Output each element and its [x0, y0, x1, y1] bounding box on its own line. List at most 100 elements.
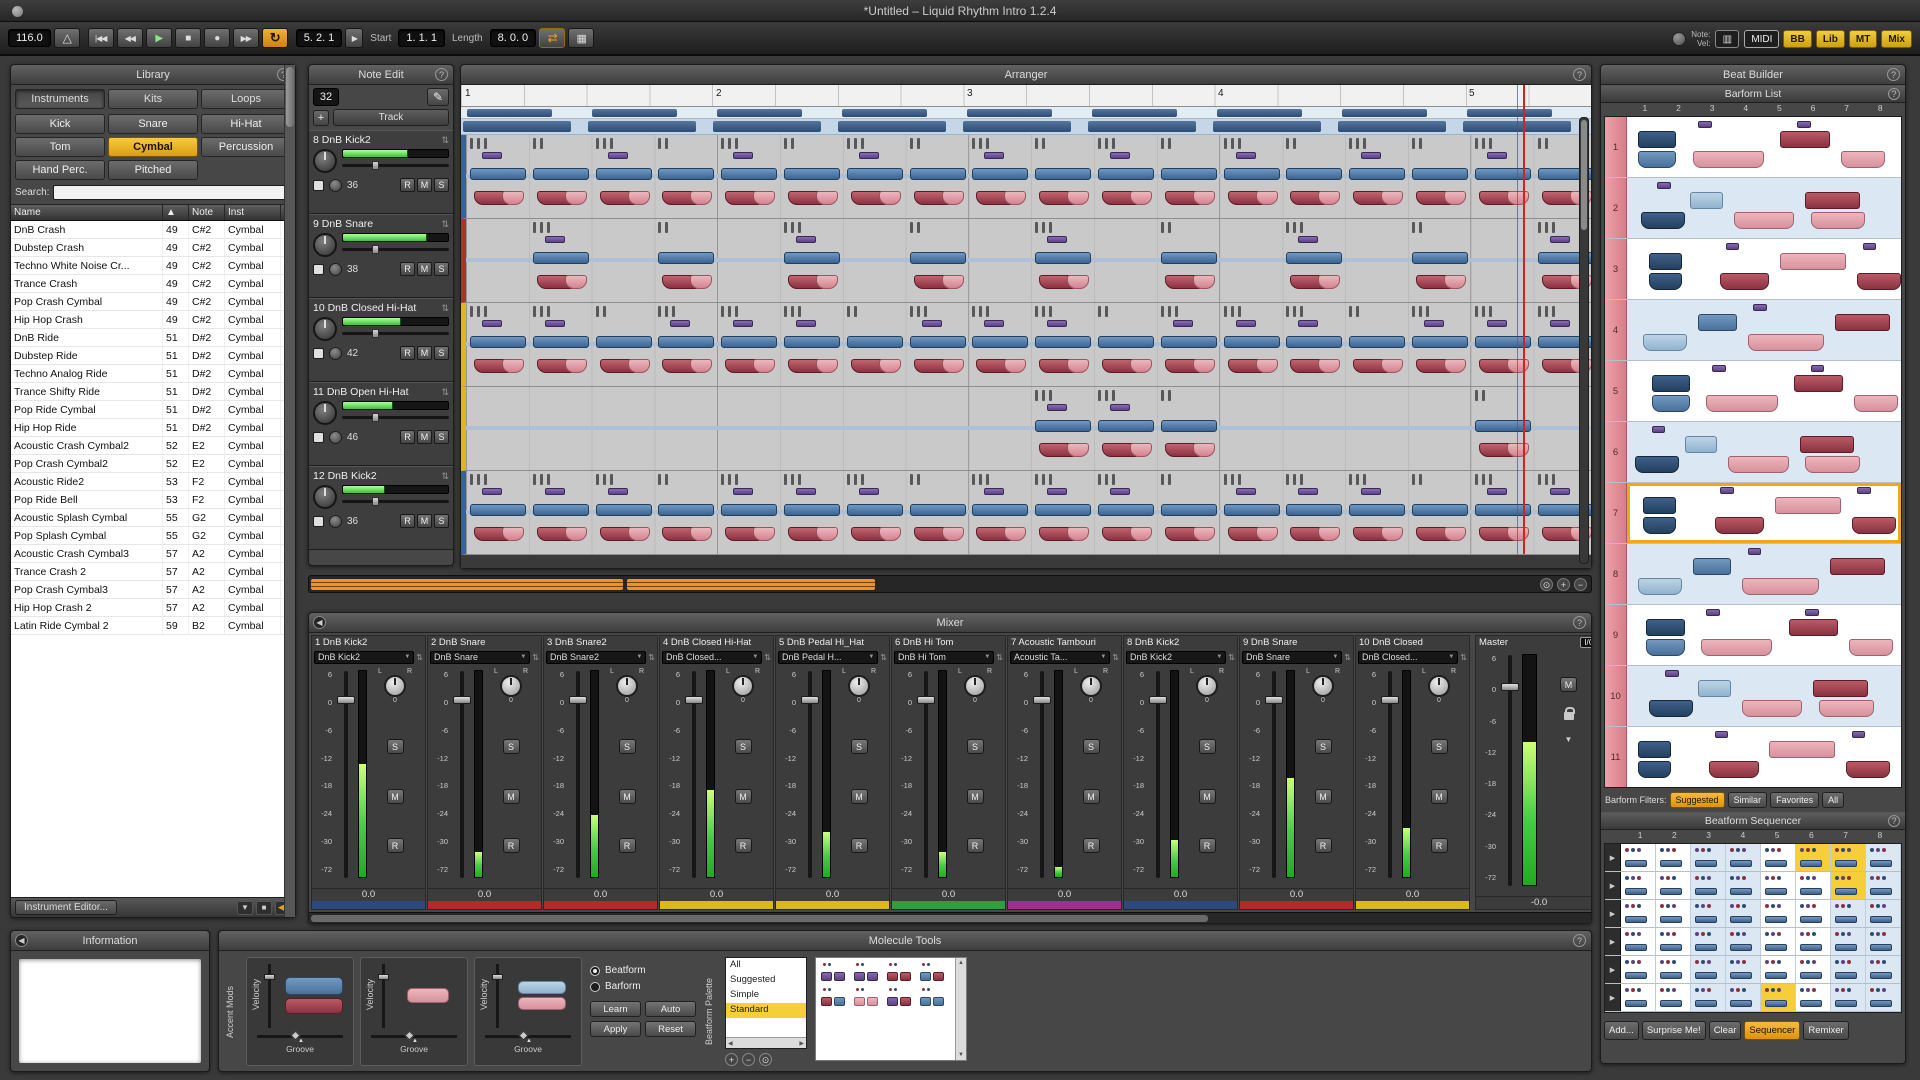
help-icon[interactable]: ? — [1887, 68, 1900, 81]
table-row[interactable]: Techno White Noise Cr...49C#2Cymbal — [11, 257, 295, 275]
preset-select[interactable]: DnB Pedal H...▼ — [778, 651, 878, 664]
apple-menu-icon[interactable] — [12, 6, 23, 17]
library-column-0[interactable]: Name — [11, 205, 163, 220]
start-display[interactable]: 1. 1. 1 — [398, 29, 445, 47]
panel-layout-button[interactable]: ▥ — [1715, 30, 1739, 48]
track-mini-knob[interactable] — [329, 179, 342, 192]
beatform-cell[interactable] — [1656, 984, 1691, 1011]
palette-standard[interactable]: Standard — [726, 1003, 806, 1018]
beatform-cell[interactable] — [1656, 844, 1691, 871]
m-button[interactable]: M — [417, 430, 432, 444]
sequencer-row-play[interactable]: ▶ — [1605, 844, 1621, 871]
track-mini-knob[interactable] — [329, 431, 342, 444]
help-icon[interactable]: ? — [1573, 68, 1586, 81]
table-row[interactable]: Trance Crash49C#2Cymbal — [11, 275, 295, 293]
r-button[interactable]: R — [400, 178, 415, 192]
swap-track-icon[interactable]: ⇅ — [441, 303, 449, 314]
palette-molecule[interactable] — [821, 963, 847, 981]
m-button[interactable]: M — [851, 789, 868, 804]
swap-icon[interactable]: ⇅ — [880, 653, 887, 662]
s-button[interactable]: S — [434, 430, 449, 444]
sequencer-row-play[interactable]: ▶ — [1605, 984, 1621, 1011]
arranger-lane[interactable] — [461, 471, 1591, 555]
follow-playhead-button[interactable]: ↻ — [262, 28, 288, 48]
swap-icon[interactable]: ⇅ — [1228, 653, 1235, 662]
beatform-cell[interactable] — [1691, 844, 1726, 871]
arranger-hscroll[interactable]: ⊙ + − — [308, 575, 1592, 593]
palette-suggested[interactable]: Suggested — [726, 973, 806, 988]
s-button[interactable]: S — [387, 739, 404, 754]
beatform-cell[interactable] — [1831, 984, 1866, 1011]
lib-button[interactable]: Lib — [1816, 30, 1845, 48]
r-button[interactable]: R — [851, 838, 868, 853]
category-hi-hat[interactable]: Hi-Hat — [201, 114, 291, 134]
table-row[interactable]: Acoustic Splash Cymbal55G2Cymbal — [11, 509, 295, 527]
palette-molecule[interactable] — [887, 963, 913, 981]
barform-row[interactable]: 1 — [1605, 117, 1901, 178]
track-header-button[interactable]: Track — [333, 109, 449, 126]
r-button[interactable]: R — [400, 514, 415, 528]
palette-molecule[interactable] — [854, 963, 880, 981]
preset-select[interactable]: DnB Closed...▼ — [1358, 651, 1458, 664]
help-icon[interactable]: ? — [1573, 934, 1586, 947]
position-step-button[interactable]: ▶ — [345, 28, 363, 48]
tab-kits[interactable]: Kits — [108, 89, 198, 109]
barform-row[interactable]: 7 — [1605, 483, 1901, 544]
s-button[interactable]: S — [1431, 739, 1448, 754]
r-button[interactable]: R — [503, 838, 520, 853]
velocity-slider-handle[interactable] — [492, 974, 503, 980]
metronome-button[interactable]: △ — [54, 28, 80, 48]
preset-select[interactable]: DnB Kick2▼ — [1126, 651, 1226, 664]
barform-row[interactable]: 3 — [1605, 239, 1901, 300]
library-column-1[interactable]: ▲ — [163, 205, 189, 220]
table-row[interactable]: Pop Crash Cymbal357A2Cymbal — [11, 581, 295, 599]
fader-handle[interactable] — [569, 696, 587, 704]
barform-row[interactable]: 10 — [1605, 666, 1901, 727]
track-knob[interactable] — [313, 317, 337, 341]
zoom-in-icon[interactable]: + — [1557, 578, 1570, 591]
beatform-cell[interactable] — [1726, 872, 1761, 899]
track-knob[interactable] — [313, 485, 337, 509]
swap-track-icon[interactable]: ⇅ — [441, 471, 449, 482]
preview-volume-knob[interactable] — [1672, 32, 1686, 46]
table-row[interactable]: Trance Shifty Ride51D#2Cymbal — [11, 383, 295, 401]
beatform-cell[interactable] — [1691, 872, 1726, 899]
mixer-channel[interactable]: 6 DnB Hi TomDnB Hi Tom▼⇅60-6-12-18-24-30… — [891, 635, 1006, 910]
m-button[interactable]: M — [1199, 789, 1216, 804]
track-knob[interactable] — [313, 401, 337, 425]
beatform-cell[interactable] — [1761, 844, 1796, 871]
table-row[interactable]: Pop Crash Cymbal252E2Cymbal — [11, 455, 295, 473]
track-strip[interactable]: 10 DnB Closed Hi-Hat⇅42RMS — [309, 298, 453, 382]
collapse-mixer-icon[interactable]: ◀ — [313, 616, 326, 629]
r-button[interactable]: R — [1315, 838, 1332, 853]
beatform-cell[interactable] — [1761, 872, 1796, 899]
palette-all[interactable]: All — [726, 958, 806, 973]
m-button[interactable]: M — [1083, 789, 1100, 804]
beatform-cell[interactable] — [1621, 928, 1656, 955]
mixer-channel[interactable]: 7 Acoustic TambouriAcoustic Ta...▼⇅60-6-… — [1007, 635, 1122, 910]
barform-row[interactable]: 4 — [1605, 300, 1901, 361]
table-row[interactable]: DnB Ride51D#2Cymbal — [11, 329, 295, 347]
arranger-vscroll[interactable] — [1579, 117, 1589, 564]
table-row[interactable]: Hip Hop Crash49C#2Cymbal — [11, 311, 295, 329]
track-slider-handle[interactable] — [372, 413, 379, 422]
beatform-cell[interactable] — [1796, 956, 1831, 983]
zoom-tool-icon[interactable]: ⊙ — [1540, 578, 1553, 591]
table-row[interactable]: Acoustic Crash Cymbal357A2Cymbal — [11, 545, 295, 563]
lock-icon[interactable] — [1564, 712, 1574, 720]
track-checkbox[interactable] — [313, 264, 324, 275]
accent-mod-group[interactable]: Velocity▲Groove — [360, 957, 468, 1066]
arranger-lane[interactable] — [461, 219, 1591, 303]
beatform-cell[interactable] — [1831, 872, 1866, 899]
barform-row[interactable]: 8 — [1605, 544, 1901, 605]
category-cymbal[interactable]: Cymbal — [108, 137, 198, 157]
sequencer-button[interactable]: Sequencer — [1744, 1021, 1800, 1040]
rewind-button[interactable]: ◀◀ — [117, 28, 143, 48]
help-icon[interactable]: ? — [1888, 815, 1900, 827]
tab-instruments[interactable]: Instruments — [15, 89, 105, 109]
beatform-cell[interactable] — [1796, 984, 1831, 1011]
table-row[interactable]: Latin Ride Cymbal 259B2Cymbal — [11, 617, 295, 635]
pan-knob[interactable] — [384, 675, 406, 697]
table-row[interactable]: Dubstep Ride51D#2Cymbal — [11, 347, 295, 365]
swap-icon[interactable]: ⇅ — [1112, 653, 1119, 662]
